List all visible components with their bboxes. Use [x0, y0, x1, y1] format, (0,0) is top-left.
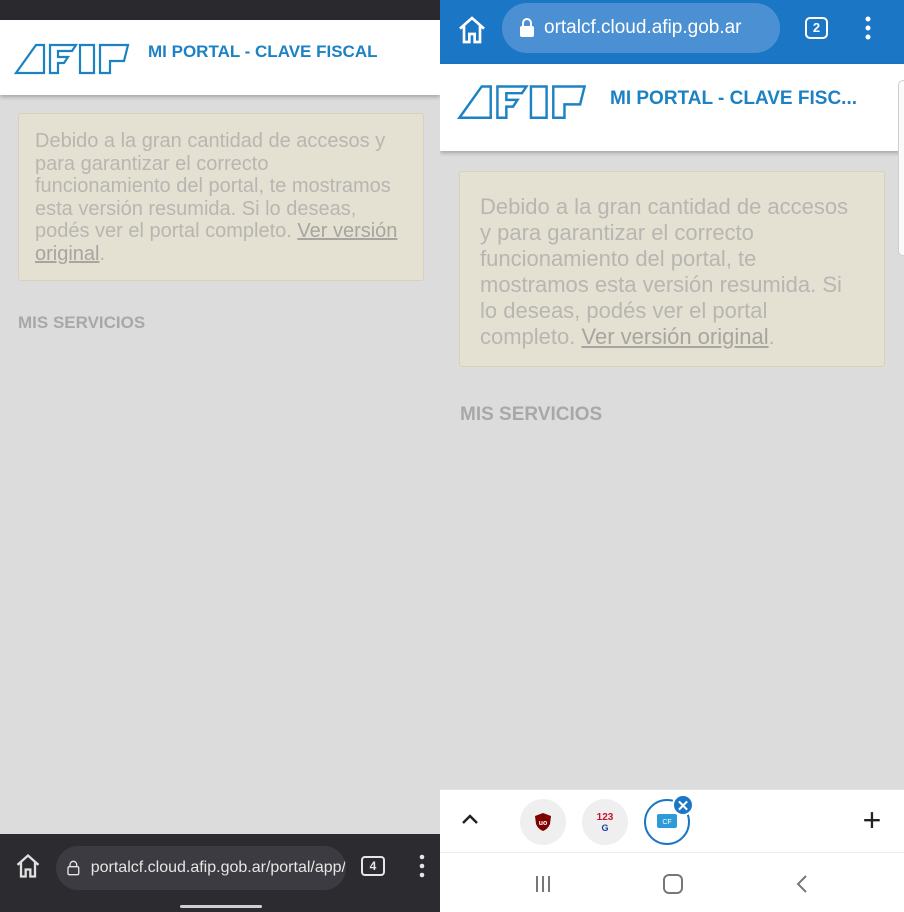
tab-calculator[interactable]: 123 G [582, 799, 628, 845]
afip-logo-icon[interactable] [456, 82, 588, 120]
android-nav-bar [440, 852, 904, 912]
new-tab-button[interactable]: + [858, 804, 886, 838]
more-options-icon[interactable] [412, 852, 432, 880]
home-icon[interactable] [14, 852, 42, 880]
gesture-bar [180, 905, 262, 908]
close-tab-icon[interactable]: ✕ [672, 794, 694, 816]
url-text: portalcf.cloud.afip.gob.ar/portal/app/ [90, 859, 346, 876]
tab-count-button[interactable]: 2 [805, 17, 828, 39]
side-scroll-handle[interactable] [898, 80, 904, 256]
chevron-up-icon[interactable] [458, 808, 482, 832]
home-nav-icon[interactable] [660, 871, 686, 897]
left-phone-screen: MI PORTAL - CLAVE FISCAL Debido a la gra… [0, 0, 440, 912]
home-icon[interactable] [456, 14, 488, 46]
services-heading: MIS SERVICIOS [18, 313, 146, 332]
svg-text:uo: uo [539, 820, 548, 827]
svg-text:CF: CF [662, 819, 671, 826]
tab-strip: uo 123 G CF ✕ + [440, 789, 904, 852]
url-text: ortalcf.cloud.afip.gob.ar [544, 17, 742, 38]
view-original-link[interactable]: Ver versión original [582, 324, 769, 349]
tab-count-button[interactable]: 4 [361, 856, 385, 876]
portal-header: MI PORTAL - CLAVE FISC... [440, 64, 904, 151]
notice-box: Debido a la gran cantidad de accesos y p… [459, 171, 885, 367]
svg-text:123: 123 [597, 812, 614, 823]
status-strip [0, 0, 440, 20]
tab-ublock-origin[interactable]: uo [520, 799, 566, 845]
lock-icon [67, 860, 80, 876]
portal-header: MI PORTAL - CLAVE FISCAL [0, 20, 440, 95]
more-options-icon[interactable] [858, 14, 878, 42]
afip-logo-icon[interactable] [14, 41, 130, 75]
services-heading: MIS SERVICIOS [460, 404, 603, 425]
calculator-123-icon: 123 G [597, 812, 614, 833]
lock-icon [520, 18, 534, 37]
svg-text:G: G [601, 823, 608, 833]
recent-apps-icon[interactable] [530, 871, 556, 897]
notice-end: . [99, 242, 106, 265]
portal-title[interactable]: MI PORTAL - CLAVE FISCAL [148, 42, 378, 62]
notice-end: . [768, 324, 775, 349]
address-bar[interactable]: portalcf.cloud.afip.gob.ar/portal/app/ [56, 846, 346, 890]
ublock-origin-icon: uo [535, 813, 551, 831]
address-bar[interactable]: ortalcf.cloud.afip.gob.ar [502, 3, 780, 53]
notice-box: Debido a la gran cantidad de accesos y p… [18, 113, 424, 281]
back-icon[interactable] [790, 871, 816, 897]
portal-title[interactable]: MI PORTAL - CLAVE FISC... [610, 88, 857, 110]
right-phone-screen: ortalcf.cloud.afip.gob.ar 2 MI PORTAL - … [440, 0, 904, 912]
browser-toolbar: ortalcf.cloud.afip.gob.ar 2 [440, 0, 904, 64]
clave-fiscal-icon: CF [657, 814, 677, 828]
browser-bottom-bar: portalcf.cloud.afip.gob.ar/portal/app/ 4 [0, 834, 440, 912]
